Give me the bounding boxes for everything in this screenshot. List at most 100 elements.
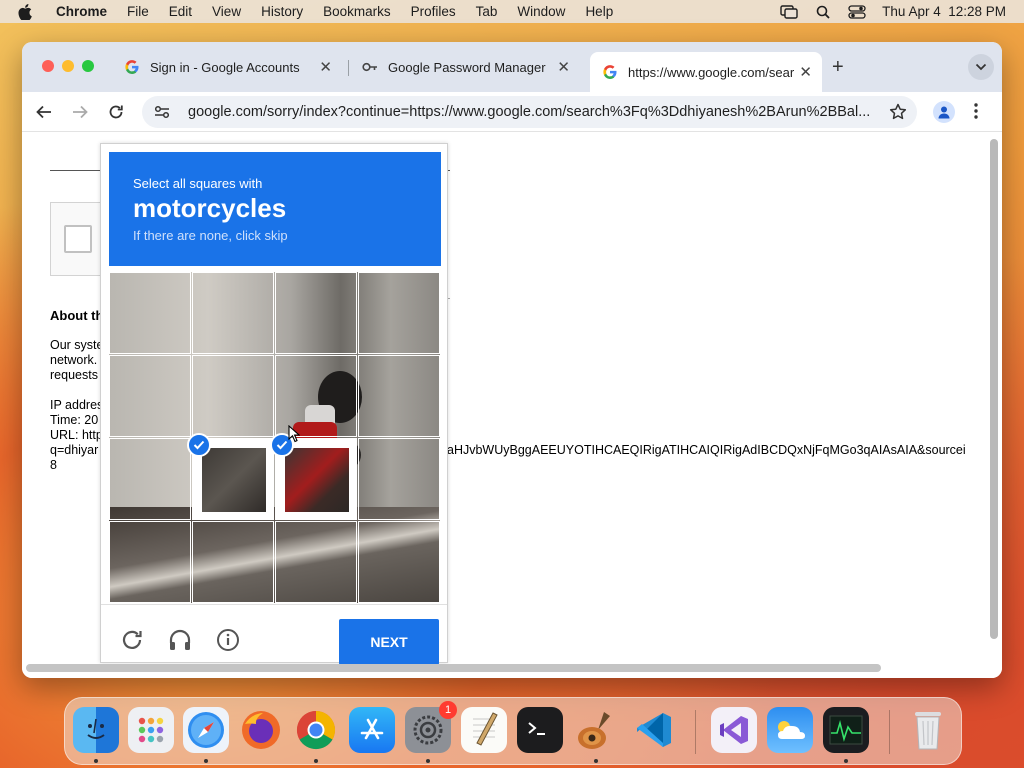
reload-challenge-icon[interactable] bbox=[119, 627, 145, 653]
tab-title: https://www.google.com/sear bbox=[628, 64, 795, 80]
grid-tile[interactable] bbox=[358, 438, 440, 520]
tab-sign-in[interactable]: Sign in - Google Accounts ✕ bbox=[112, 52, 342, 82]
running-indicator bbox=[844, 759, 848, 763]
next-button[interactable]: NEXT bbox=[339, 619, 439, 665]
tab-strip: Sign in - Google Accounts ✕ Google Passw… bbox=[22, 42, 1002, 92]
running-indicator bbox=[314, 759, 318, 763]
firefox-icon[interactable] bbox=[238, 707, 284, 753]
launchpad-icon[interactable] bbox=[128, 707, 174, 753]
more-options-icon[interactable] bbox=[974, 102, 978, 125]
challenge-hint: If there are none, click skip bbox=[133, 228, 288, 243]
grid-tile[interactable] bbox=[275, 272, 357, 354]
challenge-target: motorcycles bbox=[133, 193, 287, 223]
menu-file[interactable]: File bbox=[127, 4, 149, 19]
recaptcha-challenge: Select all squares with motorcycles If t… bbox=[100, 143, 448, 665]
google-g-icon bbox=[602, 64, 618, 80]
mouse-cursor-icon bbox=[288, 424, 301, 448]
body-line: Our syste bbox=[50, 338, 104, 352]
menu-bookmarks[interactable]: Bookmarks bbox=[323, 4, 391, 19]
checkmark-icon bbox=[187, 433, 211, 457]
challenge-instruction: Select all squares with bbox=[133, 176, 263, 191]
spotlight-search-icon[interactable] bbox=[814, 5, 832, 19]
profile-avatar-icon[interactable] bbox=[933, 101, 955, 123]
tab-close-icon[interactable]: ✕ bbox=[319, 58, 332, 76]
digit-line: 8 bbox=[50, 458, 57, 472]
body-line: network. bbox=[50, 353, 98, 367]
grid-tile[interactable] bbox=[358, 355, 440, 437]
running-indicator bbox=[594, 759, 598, 763]
app-store-icon[interactable] bbox=[349, 707, 395, 753]
menu-app-name[interactable]: Chrome bbox=[56, 4, 107, 19]
menu-history[interactable]: History bbox=[261, 4, 303, 19]
weather-icon[interactable] bbox=[767, 707, 813, 753]
chrome-icon[interactable] bbox=[293, 707, 339, 753]
horizontal-scrollbar[interactable] bbox=[26, 664, 881, 672]
menu-edit[interactable]: Edit bbox=[169, 4, 192, 19]
audio-challenge-icon[interactable] bbox=[167, 627, 193, 653]
tab-separator bbox=[348, 60, 349, 76]
menu-help[interactable]: Help bbox=[585, 4, 613, 19]
apple-icon[interactable] bbox=[18, 3, 34, 20]
visual-studio-code-icon[interactable] bbox=[631, 707, 677, 753]
back-arrow-icon[interactable] bbox=[34, 102, 54, 122]
recaptcha-checkbox[interactable] bbox=[64, 225, 92, 253]
chevron-down-icon bbox=[975, 63, 987, 71]
reload-icon[interactable] bbox=[106, 102, 126, 122]
menubar-clock[interactable]: Thu Apr 4 12:28 PM bbox=[882, 4, 1006, 19]
challenge-footer: NEXT bbox=[101, 604, 447, 665]
tab-close-icon[interactable]: ✕ bbox=[799, 63, 812, 81]
info-icon[interactable] bbox=[215, 627, 241, 653]
safari-icon[interactable] bbox=[183, 707, 229, 753]
screen-mirroring-icon[interactable] bbox=[780, 4, 798, 19]
menu-profiles[interactable]: Profiles bbox=[411, 4, 456, 19]
grid-tile[interactable] bbox=[109, 272, 191, 354]
grid-tile[interactable] bbox=[109, 355, 191, 437]
system-settings-icon[interactable]: 1 bbox=[405, 701, 457, 753]
forward-arrow-icon[interactable] bbox=[70, 102, 90, 122]
tab-password-manager[interactable]: Google Password Manager ✕ bbox=[350, 52, 580, 82]
zoom-window-button[interactable] bbox=[82, 60, 94, 72]
grid-tile[interactable] bbox=[358, 521, 440, 603]
grid-tile[interactable] bbox=[275, 521, 357, 603]
browser-window: Sign in - Google Accounts ✕ Google Passw… bbox=[22, 42, 1002, 678]
grid-tile[interactable] bbox=[187, 433, 274, 520]
vertical-scrollbar[interactable] bbox=[990, 139, 998, 639]
body-line: requests bbox=[50, 368, 98, 382]
grid-tile[interactable] bbox=[109, 438, 191, 520]
key-icon bbox=[362, 59, 378, 75]
grid-tile[interactable] bbox=[358, 272, 440, 354]
menu-view[interactable]: View bbox=[212, 4, 241, 19]
visual-studio-icon[interactable] bbox=[711, 707, 757, 753]
textedit-icon[interactable] bbox=[461, 707, 507, 753]
bookmark-star-icon[interactable] bbox=[889, 103, 907, 126]
control-center-icon[interactable] bbox=[848, 4, 866, 19]
running-indicator bbox=[204, 759, 208, 763]
minimize-window-button[interactable] bbox=[62, 60, 74, 72]
url-text[interactable]: google.com/sorry/index?continue=https://… bbox=[188, 104, 888, 120]
selected-tile-image bbox=[285, 448, 349, 512]
menu-tab[interactable]: Tab bbox=[476, 4, 498, 19]
running-indicator bbox=[426, 759, 430, 763]
tab-google-search[interactable]: https://www.google.com/sear ✕ bbox=[590, 52, 822, 92]
trash-icon[interactable] bbox=[905, 707, 951, 753]
grid-tile[interactable] bbox=[109, 521, 191, 603]
close-window-button[interactable] bbox=[42, 60, 54, 72]
selected-tile-image bbox=[202, 448, 266, 512]
finder-icon[interactable] bbox=[73, 707, 119, 753]
new-tab-button[interactable]: + bbox=[832, 56, 844, 79]
grid-tile[interactable] bbox=[192, 355, 274, 437]
activity-monitor-icon[interactable] bbox=[823, 707, 869, 753]
grid-tile[interactable] bbox=[192, 521, 274, 603]
menu-window[interactable]: Window bbox=[517, 4, 565, 19]
grid-tile[interactable] bbox=[270, 433, 357, 520]
site-info-icon[interactable] bbox=[152, 105, 172, 119]
instruments-icon[interactable] bbox=[573, 707, 619, 753]
grid-tile[interactable] bbox=[192, 272, 274, 354]
tab-search-button[interactable] bbox=[968, 54, 994, 80]
terminal-icon[interactable] bbox=[517, 707, 563, 753]
url-tail-text: aHJvbWUyBggAEEUYOTIHCAEQIRigATIHCAIQIRig… bbox=[447, 443, 966, 457]
address-bar[interactable]: google.com/sorry/index?continue=https://… bbox=[142, 96, 917, 128]
tab-close-icon[interactable]: ✕ bbox=[557, 58, 570, 76]
ip-address-line: IP addres bbox=[50, 398, 104, 412]
time-line: Time: 20 bbox=[50, 413, 99, 427]
